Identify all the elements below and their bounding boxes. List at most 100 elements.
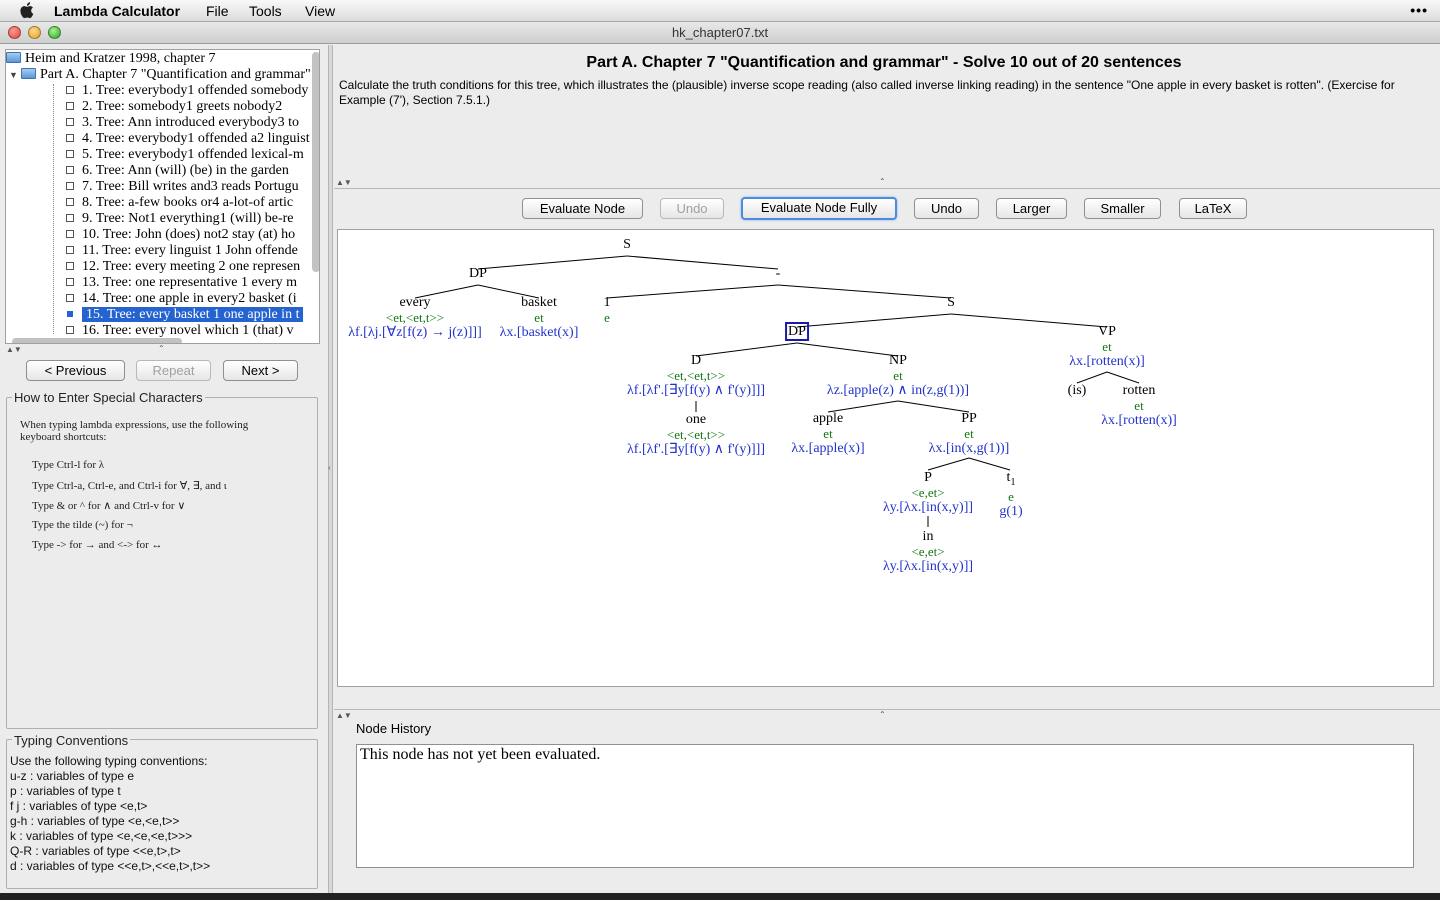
tree-item-label: 11. Tree: every linguist 1 John offende	[82, 243, 298, 258]
main-splitter[interactable]: ‹	[328, 45, 333, 893]
node-index-1-type: e	[604, 310, 610, 325]
splitter-arrows-icon[interactable]: ▲▼	[336, 711, 352, 720]
convention-line: u-z : variables of type e	[10, 769, 135, 783]
node-dash[interactable]: -	[776, 266, 781, 281]
node-s-inner[interactable]: S	[947, 295, 955, 310]
tree-item[interactable]: 9. Tree: Not1 everything1 (will) be-re	[66, 211, 294, 227]
previous-button[interactable]: < Previous	[26, 360, 125, 381]
tree-item[interactable]: 13. Tree: one representative 1 every m	[66, 275, 297, 291]
trace-subscript: 1	[1010, 476, 1016, 488]
menu-app-name[interactable]: Lambda Calculator	[54, 3, 180, 19]
tree-item[interactable]: 15. Tree: every basket 1 one apple in t	[66, 307, 304, 323]
node-index-1[interactable]: 1	[604, 295, 611, 310]
node-dp-selected[interactable]: DP	[785, 322, 809, 341]
tree-item[interactable]: 1. Tree: everybody1 offended somebody	[66, 83, 308, 99]
special-characters-panel	[6, 397, 318, 729]
tree-item[interactable]: 3. Tree: Ann introduced everybody3 to	[66, 115, 299, 131]
shortcut-lambda: Type Ctrl-l for λ	[32, 459, 105, 471]
tree-root[interactable]: Heim and Kratzer 1998, chapter 7	[6, 51, 215, 67]
evaluate-node-fully-button[interactable]: Evaluate Node Fully	[741, 197, 897, 220]
node-every[interactable]: every	[399, 295, 430, 310]
syntax-tree-canvas[interactable]: S DP - every <et,<et,t>> λf.[λj.[∀z[f(z)…	[337, 229, 1434, 687]
splitter-arrows-icon[interactable]: ▲▼	[6, 345, 22, 354]
tree-item[interactable]: 2. Tree: somebody1 greets nobody2	[66, 99, 282, 115]
node-is[interactable]: (is)	[1068, 383, 1087, 398]
menu-view[interactable]: View	[305, 3, 335, 19]
exercise-tree[interactable]: Heim and Kratzer 1998, chapter 7 ▼ Part A…	[5, 49, 320, 344]
node-pp-lambda: λx.[in(x,g(1))]	[928, 441, 1010, 456]
menu-extras-icon[interactable]: •••	[1410, 2, 1428, 18]
folder-icon	[21, 68, 36, 79]
right-panel: Part A. Chapter 7 "Quantification and gr…	[334, 45, 1440, 893]
node-vp[interactable]: VP	[1098, 324, 1116, 339]
tree-item[interactable]: 11. Tree: every linguist 1 John offende	[66, 243, 298, 259]
disclosure-triangle-icon[interactable]: ▼	[9, 67, 21, 83]
node-vp-lambda: λx.[rotten(x)]	[1069, 354, 1145, 369]
node-rotten-lambda: λx.[rotten(x)]	[1101, 413, 1177, 428]
divider	[334, 709, 1440, 710]
tree-item[interactable]: 16. Tree: every novel which 1 (that) v	[66, 323, 294, 339]
node-basket[interactable]: basket	[521, 295, 557, 310]
selected-node-marker[interactable]: DP	[785, 322, 809, 341]
next-button[interactable]: Next >	[223, 360, 298, 381]
node-dp[interactable]: DP	[469, 266, 487, 281]
tree-item[interactable]: 5. Tree: everybody1 offended lexical-m	[66, 147, 304, 163]
convention-line: d : variables of type <<e,t>,<<e,t>,t>>	[10, 859, 211, 873]
menu-file[interactable]: File	[206, 3, 229, 19]
node-one[interactable]: one	[686, 412, 706, 427]
splitter-arrows-icon[interactable]: ▲▼	[336, 178, 352, 187]
edge-dash-1	[606, 284, 779, 299]
node-np-lambda: λz.[apple(z) ∧ in(z,g(1))]	[826, 383, 970, 398]
splitter-handle-icon[interactable]: ⌃	[158, 344, 165, 353]
node-history-text: This node has not yet been evaluated.	[360, 746, 601, 763]
evaluate-node-button[interactable]: Evaluate Node	[522, 198, 643, 219]
tree-item[interactable]: 6. Tree: Ann (will) (be) in the garden	[66, 163, 289, 179]
tree-item[interactable]: 10. Tree: John (does) not2 stay (at) ho	[66, 227, 295, 243]
node-rotten[interactable]: rotten	[1123, 383, 1156, 398]
node-one-type: <et,<et,t>>	[666, 427, 726, 442]
splitter-handle-icon[interactable]: ⌃	[879, 177, 886, 186]
exercise-icon	[66, 230, 74, 238]
node-np[interactable]: NP	[889, 353, 907, 368]
repeat-button: Repeat	[136, 360, 211, 381]
node-p-type: <e,et>	[911, 485, 945, 500]
bottom-edge	[0, 893, 1440, 900]
smaller-button[interactable]: Smaller	[1084, 198, 1161, 219]
node-apple[interactable]: apple	[813, 411, 843, 426]
exercise-icon	[66, 118, 74, 126]
node-s-root[interactable]: S	[623, 237, 631, 252]
node-pp[interactable]: PP	[961, 411, 977, 426]
edge-np-pp	[897, 400, 970, 413]
tree-horizontal-scrollbar[interactable]	[12, 338, 182, 343]
tree-item-label: 14. Tree: one apple in every2 basket (i	[82, 291, 297, 306]
menu-tools[interactable]: Tools	[249, 3, 282, 19]
edge-pp-t	[968, 457, 1011, 471]
node-history-textarea[interactable]: This node has not yet been evaluated.	[356, 744, 1414, 868]
tree-item[interactable]: 4. Tree: everybody1 offended a2 linguist	[66, 131, 310, 147]
splitter-handle-icon[interactable]: ⌃	[879, 710, 886, 719]
tree-item[interactable]: 7. Tree: Bill writes and3 reads Portugu	[66, 179, 299, 195]
folder-icon	[6, 52, 21, 63]
convention-line: Use the following typing conventions:	[10, 754, 208, 768]
typing-conventions-title: Typing Conventions	[12, 733, 131, 748]
node-trace[interactable]: t1	[1007, 470, 1016, 490]
tree-item-label: 15. Tree: every basket 1 one apple in t	[82, 307, 304, 322]
apple-logo-icon[interactable]	[20, 1, 36, 19]
larger-button[interactable]: Larger	[996, 198, 1067, 219]
splitter-arrow-icon[interactable]: ‹	[328, 463, 331, 472]
latex-button[interactable]: LaTeX	[1179, 198, 1247, 219]
node-p[interactable]: P	[924, 470, 932, 485]
tree-item[interactable]: 8. Tree: a-few books or4 a-lot-of artic	[66, 195, 293, 211]
node-in[interactable]: in	[923, 529, 934, 544]
node-rotten-type: et	[1134, 398, 1144, 413]
undo-button[interactable]: Undo	[914, 198, 979, 219]
exercise-icon	[66, 150, 74, 158]
tree-vertical-scrollbar[interactable]	[312, 52, 319, 272]
node-d[interactable]: D	[691, 353, 701, 368]
node-apple-lambda: λx.[apple(x)]	[791, 441, 865, 456]
tree-item[interactable]: 12. Tree: every meeting 2 one represen	[66, 259, 300, 275]
tree-part-a[interactable]: ▼ Part A. Chapter 7 "Quantification and g…	[9, 67, 311, 83]
node-basket-type: et	[534, 310, 544, 325]
tree-item[interactable]: 14. Tree: one apple in every2 basket (i	[66, 291, 297, 307]
tree-item-label: 5. Tree: everybody1 offended lexical-m	[82, 147, 304, 162]
